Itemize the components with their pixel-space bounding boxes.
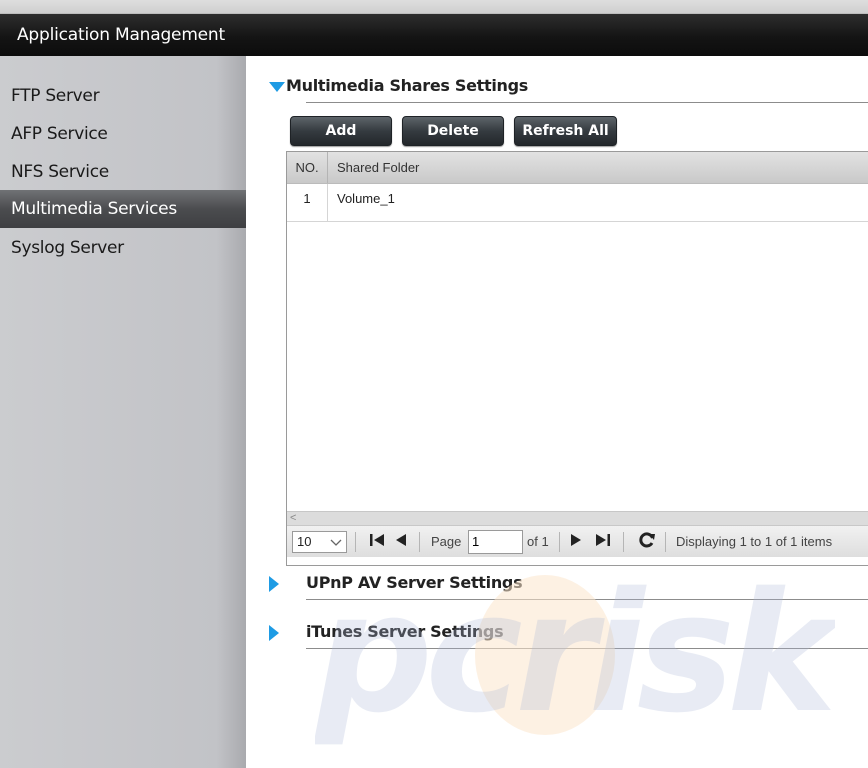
pager-separator (623, 532, 624, 552)
app-header: Application Management (0, 14, 868, 56)
pager-separator (559, 532, 560, 552)
main-panel: Multimedia Shares Settings Add Delete Re… (246, 56, 868, 768)
next-page-icon[interactable] (568, 530, 584, 556)
add-button[interactable]: Add (290, 116, 392, 146)
section-upnp-av-server[interactable]: UPnP AV Server Settings (266, 573, 868, 603)
shares-table: NO. Shared Folder 1 Volume_1 (286, 151, 868, 566)
section-title: Multimedia Shares Settings (286, 76, 529, 95)
page-label: Page (431, 534, 462, 549)
sidebar-item-nfs-service[interactable]: NFS Service (0, 153, 246, 191)
pagination-bar: 10 Page 1 of 1 Displaying 1 to 1 of 1 it… (287, 525, 868, 557)
scroll-left-icon[interactable]: < (290, 512, 296, 525)
page-number-input[interactable]: 1 (468, 530, 523, 554)
sidebar-item-label: AFP Service (11, 124, 108, 144)
section-divider (306, 102, 868, 103)
refresh-icon[interactable] (637, 530, 657, 556)
collapsed-arrow-icon (268, 624, 280, 647)
sidebar-item-ftp-server[interactable]: FTP Server (0, 77, 246, 115)
last-page-icon[interactable] (593, 530, 613, 556)
horizontal-scrollbar[interactable]: < (287, 511, 868, 525)
page-size-select[interactable]: 10 (292, 531, 347, 553)
collapsed-arrow-icon (268, 575, 280, 598)
sidebar-item-label: FTP Server (11, 86, 100, 106)
cell-shared-folder: Volume_1 (337, 191, 395, 206)
page-title: Application Management (17, 25, 225, 45)
pager-separator (419, 532, 420, 552)
section-itunes-server[interactable]: iTunes Server Settings (266, 622, 868, 652)
top-strip (0, 0, 868, 14)
previous-page-icon[interactable] (393, 530, 409, 556)
pager-separator (355, 532, 356, 552)
section-divider (306, 599, 868, 600)
chevron-down-icon (330, 534, 342, 558)
sidebar-item-label: NFS Service (11, 162, 109, 182)
sidebar-item-multimedia-services[interactable]: Multimedia Services (0, 190, 246, 228)
sidebar-item-label: Multimedia Services (11, 199, 177, 219)
table-row[interactable]: 1 Volume_1 (287, 184, 868, 222)
section-multimedia-shares[interactable]: Multimedia Shares Settings (266, 76, 868, 106)
column-header-shared-folder[interactable]: Shared Folder (337, 152, 419, 183)
sidebar-item-label: Syslog Server (11, 238, 124, 258)
refresh-all-button[interactable]: Refresh All (514, 116, 617, 146)
table-header: NO. Shared Folder (287, 152, 868, 184)
cell-no: 1 (287, 184, 328, 221)
first-page-icon[interactable] (367, 530, 387, 556)
page-count-label: of 1 (527, 534, 549, 549)
section-title: UPnP AV Server Settings (306, 573, 523, 592)
expanded-arrow-icon (268, 80, 286, 98)
sidebar-item-syslog-server[interactable]: Syslog Server (0, 229, 246, 267)
delete-button[interactable]: Delete (402, 116, 504, 146)
sidebar-item-afp-service[interactable]: AFP Service (0, 115, 246, 153)
page-size-value: 10 (297, 534, 312, 549)
section-title: iTunes Server Settings (306, 622, 504, 641)
pager-separator (665, 532, 666, 552)
section-divider (306, 648, 868, 649)
display-status: Displaying 1 to 1 of 1 items (676, 534, 833, 549)
column-header-no[interactable]: NO. (287, 152, 328, 183)
sidebar: FTP Server AFP Service NFS Service Multi… (0, 56, 246, 768)
